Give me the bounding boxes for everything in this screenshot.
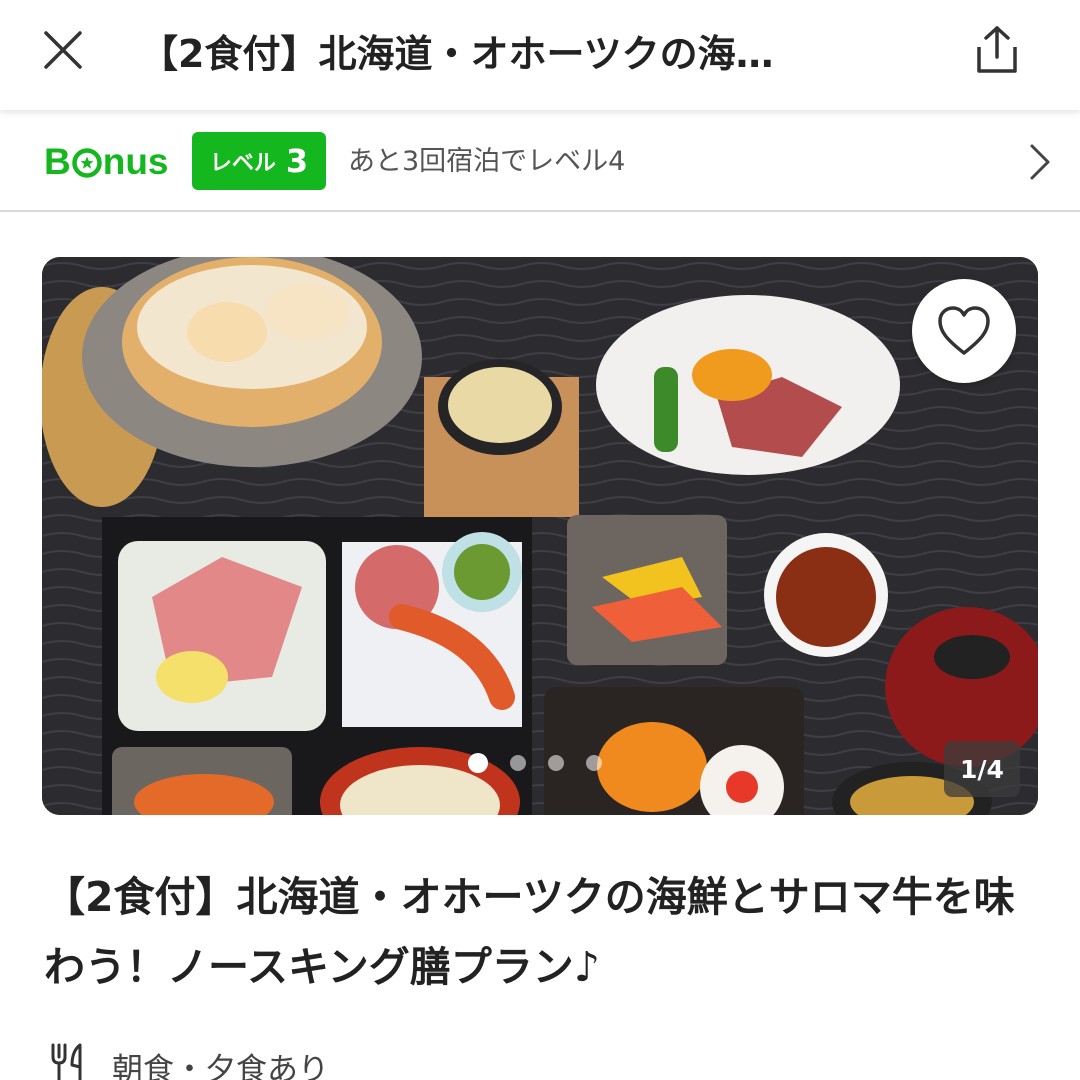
carousel-dot-2[interactable] <box>510 755 526 771</box>
star-circle-icon <box>71 148 102 178</box>
photo-counter: 1/4 <box>944 741 1020 797</box>
level-number: 3 <box>285 142 309 180</box>
plan-title: 【2食付】北海道・オホーツクの海鮮とサロマ牛を味わう！ノースキング膳プラン♪ <box>44 873 1015 991</box>
carousel-dot-1[interactable] <box>468 753 488 773</box>
meal-info: 朝食・夕食あり <box>48 1036 329 1080</box>
heart-outline-icon <box>938 306 990 355</box>
page-title: 【2食付】北海道・オホーツクの海… <box>140 32 774 76</box>
next-level-text: あと3回宿泊でレベル4 <box>348 146 626 177</box>
top-app-bar: 【2食付】北海道・オホーツクの海… <box>0 0 1080 110</box>
carousel-indicator <box>468 753 602 773</box>
close-icon <box>44 31 82 69</box>
favorite-button[interactable] <box>912 279 1016 383</box>
bonus-logo: B nus <box>44 141 169 182</box>
carousel-dot-4[interactable] <box>586 755 602 771</box>
chevron-right-icon <box>1030 144 1050 180</box>
level-label: レベル <box>209 151 276 176</box>
carousel-dot-3[interactable] <box>548 755 564 771</box>
close-button[interactable] <box>30 22 96 78</box>
meal-photo <box>42 257 1038 815</box>
bonus-level-bar[interactable]: B nus レベル 3 あと3回宿泊でレベル4 <box>0 110 1080 212</box>
share-button[interactable] <box>966 18 1028 82</box>
fork-knife-icon <box>51 1043 82 1080</box>
share-icon <box>977 26 1017 73</box>
level-badge: レベル 3 <box>192 132 326 190</box>
plan-photo-carousel[interactable]: 1/4 <box>42 257 1038 815</box>
meal-text: 朝食・夕食あり <box>112 1051 329 1080</box>
